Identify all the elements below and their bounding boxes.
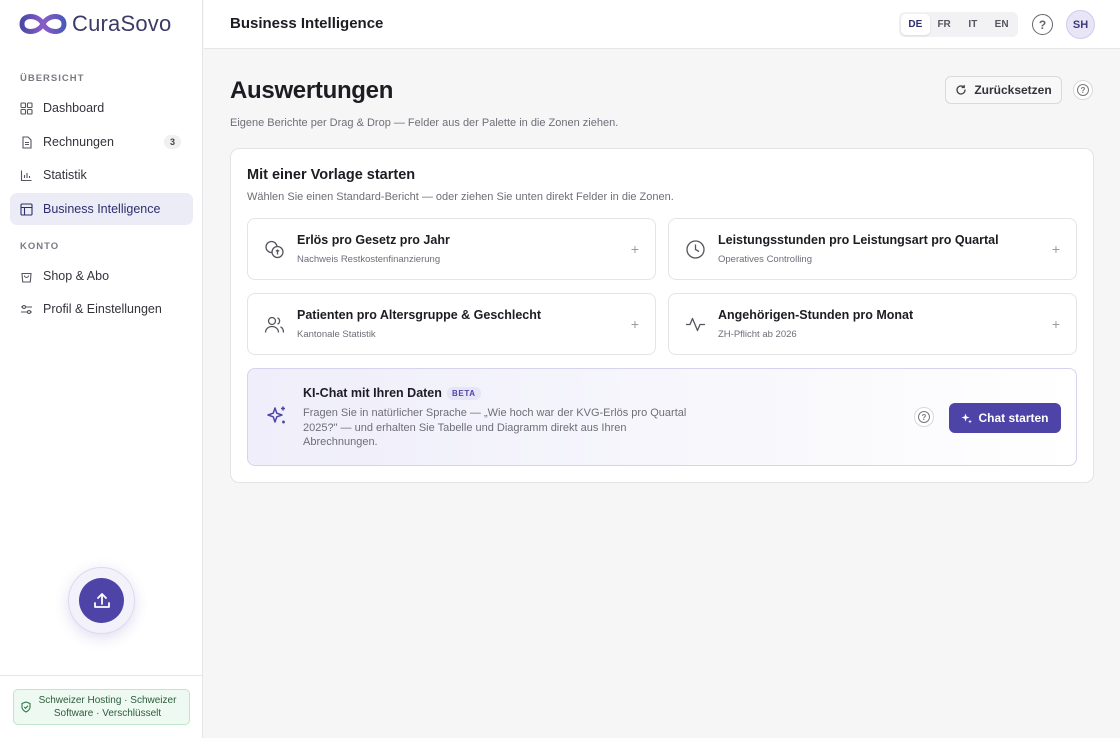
- lang-en-button[interactable]: EN: [987, 14, 1016, 35]
- upload-icon: [93, 592, 110, 608]
- help-icon[interactable]: ?: [1073, 80, 1093, 100]
- help-icon[interactable]: ?: [914, 407, 934, 427]
- grid-icon: [20, 101, 33, 115]
- chat-start-label: Chat starten: [978, 411, 1049, 425]
- section-label-account: KONTO: [20, 241, 60, 252]
- template-subtitle: Kantonale Statistik: [297, 329, 376, 340]
- plus-icon: +: [630, 316, 639, 332]
- language-switcher: DE FR IT EN: [899, 12, 1018, 37]
- template-subtitle: Nachweis Restkostenfinanzierung: [297, 254, 441, 265]
- sidebar: CuraSovo ÜBERSICHT Dashboard Rechnungen …: [0, 0, 203, 738]
- templates-panel: Mit einer Vorlage starten Wählen Sie ein…: [230, 148, 1094, 483]
- lang-it-button[interactable]: IT: [959, 14, 988, 35]
- users-icon: [264, 316, 285, 333]
- template-subtitle: Operatives Controlling: [718, 254, 812, 265]
- sidebar-item-statistik[interactable]: Statistik: [10, 159, 193, 191]
- template-card-patienten[interactable]: Patienten pro Altersgruppe & Geschlecht …: [247, 293, 656, 355]
- template-card-leistungsstunden[interactable]: Leistungsstunden pro Leistungsart pro Qu…: [668, 218, 1077, 280]
- upload-button[interactable]: [79, 578, 124, 623]
- clock-icon: [686, 240, 705, 259]
- template-title: Leistungsstunden pro Leistungsart pro Qu…: [718, 233, 999, 247]
- bar-chart-icon: [20, 169, 33, 182]
- plus-icon: +: [1051, 316, 1060, 332]
- ai-chat-card: KI-Chat mit Ihren Daten BETA Fragen Sie …: [247, 368, 1077, 466]
- template-card-erloes[interactable]: Erlös pro Gesetz pro Jahr Nachweis Restk…: [247, 218, 656, 280]
- reset-label: Zurücksetzen: [974, 83, 1052, 97]
- coins-icon: [265, 240, 284, 259]
- plus-icon: +: [1051, 241, 1060, 257]
- template-title: Patienten pro Altersgruppe & Geschlecht: [297, 308, 542, 322]
- count-badge: 3: [163, 135, 181, 149]
- topbar: Business Intelligence DE FR IT EN ? SH: [204, 0, 1120, 49]
- document-icon: [20, 135, 33, 149]
- sidebar-item-label: Rechnungen: [43, 135, 114, 149]
- sidebar-item-label: Business Intelligence: [43, 202, 161, 216]
- avatar[interactable]: SH: [1066, 10, 1095, 39]
- brand-name: CuraSovo: [72, 11, 172, 36]
- help-icon[interactable]: ?: [1032, 14, 1053, 35]
- infinity-logo-icon: [19, 14, 67, 34]
- plus-icon: +: [630, 241, 639, 257]
- sidebar-divider: [0, 675, 203, 676]
- table-layout-icon: [20, 202, 33, 216]
- sidebar-item-label: Statistik: [43, 168, 87, 182]
- activity-icon: [686, 317, 705, 332]
- template-title: Erlös pro Gesetz pro Jahr: [297, 233, 450, 247]
- sidebar-item-profil-einstellungen[interactable]: Profil & Einstellungen: [10, 293, 193, 325]
- sliders-icon: [20, 303, 33, 316]
- chat-start-button[interactable]: Chat starten: [949, 403, 1061, 433]
- panel-subtitle: Wählen Sie einen Standard-Bericht — oder…: [247, 191, 674, 203]
- section-label-overview: ÜBERSICHT: [20, 73, 85, 84]
- logo[interactable]: CuraSovo: [18, 9, 171, 39]
- sparkle-icon: [961, 413, 973, 423]
- sidebar-item-shop-abo[interactable]: Shop & Abo: [10, 260, 193, 292]
- page-subtitle: Eigene Berichte per Drag & Drop — Felder…: [230, 117, 619, 129]
- sidebar-item-label: Profil & Einstellungen: [43, 302, 162, 316]
- trust-badge: Schweizer Hosting · Schweizer Software ·…: [13, 689, 190, 725]
- sidebar-item-rechnungen[interactable]: Rechnungen 3: [10, 126, 193, 158]
- reset-button[interactable]: Zurücksetzen: [945, 76, 1062, 104]
- sidebar-item-business-intelligence[interactable]: Business Intelligence: [10, 193, 193, 225]
- page-title: Auswertungen: [230, 77, 394, 104]
- panel-title: Mit einer Vorlage starten: [247, 167, 416, 183]
- topbar-title: Business Intelligence: [230, 15, 384, 32]
- sidebar-item-label: Shop & Abo: [43, 269, 110, 283]
- template-subtitle: ZH-Pflicht ab 2026: [718, 329, 797, 340]
- lang-fr-button[interactable]: FR: [930, 14, 959, 35]
- upload-fab: [68, 567, 135, 634]
- beta-badge: BETA: [447, 387, 481, 400]
- template-card-angehoerigen[interactable]: Angehörigen-Stunden pro Monat ZH-Pflicht…: [668, 293, 1077, 355]
- sidebar-item-label: Dashboard: [43, 101, 105, 115]
- lang-de-button[interactable]: DE: [901, 14, 930, 35]
- template-title: Angehörigen-Stunden pro Monat: [718, 308, 914, 322]
- shopping-bag-icon: [20, 270, 33, 283]
- trust-text: Schweizer Hosting · Schweizer Software ·…: [38, 695, 177, 719]
- refresh-icon: [956, 84, 966, 95]
- sparkles-icon: [267, 406, 285, 424]
- sidebar-item-dashboard[interactable]: Dashboard: [10, 92, 193, 124]
- ai-chat-title: KI-Chat mit Ihren Daten: [303, 386, 442, 400]
- ai-chat-description: Fragen Sie in natürlicher Sprache — „Wie…: [303, 407, 687, 449]
- shield-check-icon: [21, 701, 31, 713]
